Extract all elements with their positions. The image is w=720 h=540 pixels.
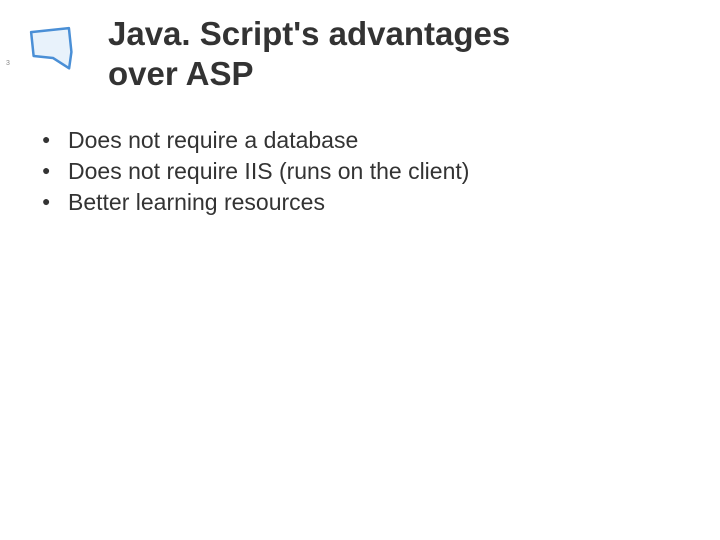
title-line-2: over ASP <box>108 55 254 92</box>
slide-content: Does not require a database Does not req… <box>0 93 720 218</box>
slide-number: 3 <box>6 60 10 67</box>
slide-header: 3 Java. Script's advantages over ASP <box>0 0 720 93</box>
slide-title: Java. Script's advantages over ASP <box>100 14 510 93</box>
document-icon <box>25 22 83 76</box>
icon-container: 3 <box>0 14 100 81</box>
list-item: Better learning resources <box>42 187 720 218</box>
list-item: Does not require IIS (runs on the client… <box>42 156 720 187</box>
list-item: Does not require a database <box>42 125 720 156</box>
title-line-1: Java. Script's advantages <box>108 15 510 52</box>
bullet-list: Does not require a database Does not req… <box>42 125 720 218</box>
